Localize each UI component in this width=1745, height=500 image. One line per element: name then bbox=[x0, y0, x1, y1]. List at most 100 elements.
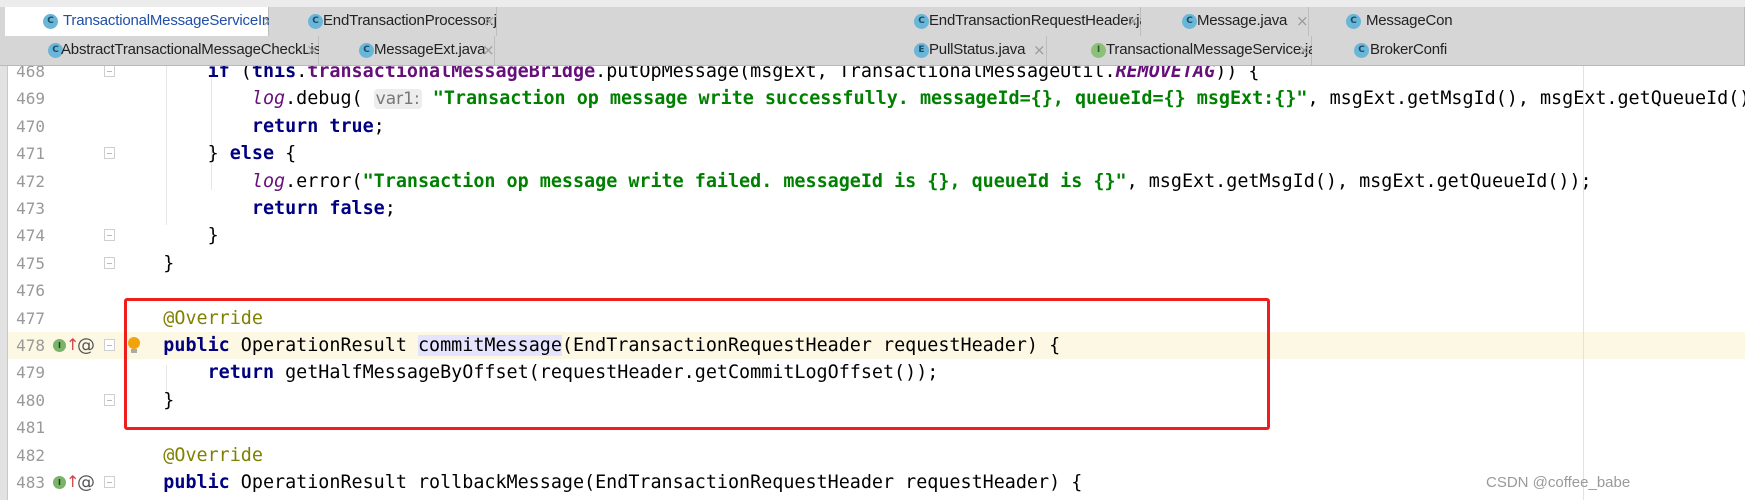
code-line[interactable]: 468 if (this.transactionalMessageBridge.… bbox=[0, 65, 1745, 85]
close-tab-icon[interactable]: × bbox=[1296, 12, 1309, 30]
enum-icon: E bbox=[914, 43, 929, 58]
tab-endtransactionrequestheader[interactable]: C EndTransactionRequestHeader.java × bbox=[497, 7, 1163, 36]
line-number: 478 bbox=[16, 336, 45, 355]
close-tab-icon[interactable]: × bbox=[306, 41, 319, 59]
code-text: return false; bbox=[119, 195, 396, 222]
code-token: .putOpMessage(msgExt, TransactionalMessa… bbox=[595, 65, 1116, 82]
tab-transactionalmessageservice[interactable]: I TransactionalMessageService.java × bbox=[1047, 36, 1332, 65]
line-number: 475 bbox=[16, 253, 45, 273]
tab-pullstatus[interactable]: E PullStatus.java × bbox=[495, 36, 1047, 65]
window-top-strip bbox=[0, 0, 1745, 7]
code-token: , msgExt.getMsgId(), msgExt.getQueueId()… bbox=[1307, 88, 1745, 110]
code-token: .error( bbox=[285, 170, 363, 192]
fold-marker-icon[interactable] bbox=[104, 147, 115, 160]
fold-marker-icon[interactable] bbox=[104, 476, 115, 488]
code-line[interactable]: 483 I ↑ @ public OperationResult rollbackMe… bbox=[0, 469, 1745, 496]
close-tab-icon[interactable]: × bbox=[1033, 41, 1046, 59]
class-icon: C bbox=[43, 14, 58, 29]
fold-marker-icon[interactable] bbox=[104, 65, 115, 77]
class-icon: C bbox=[914, 14, 929, 29]
code-token: transactionalMessageBridge bbox=[307, 65, 596, 82]
tab-transactionalmessageserviceimpl[interactable]: CTransactionalMessageServiceImpl.java× bbox=[5, 7, 316, 36]
close-tab-icon[interactable]: × bbox=[482, 41, 495, 59]
fold-marker-icon[interactable] bbox=[104, 339, 115, 351]
tab-label: PullStatus.java bbox=[929, 41, 1026, 58]
line-number: 470 bbox=[16, 116, 45, 136]
line-number: 479 bbox=[16, 363, 45, 383]
code-token: log bbox=[251, 88, 286, 110]
editor-tab-row-2: C AbstractTransactionalMessageCheckListen… bbox=[0, 36, 1745, 66]
code-token: ; bbox=[384, 198, 396, 219]
code-line[interactable]: 482 @Override bbox=[0, 442, 1745, 469]
tab-brokerconfi[interactable]: C BrokerConfi bbox=[1312, 36, 1745, 65]
line-number: 480 bbox=[16, 390, 45, 410]
code-line[interactable]: 474 } bbox=[0, 222, 1745, 249]
code-token: OperationResult rollbackMessage(EndTrans… bbox=[229, 472, 1083, 493]
code-line[interactable]: 473 return false; bbox=[0, 195, 1745, 222]
right-margin-guide bbox=[1583, 65, 1584, 500]
line-number: 471 bbox=[16, 144, 45, 164]
watermark: CSDN @coffee_babe bbox=[1486, 474, 1631, 491]
tab-label: BrokerConfi bbox=[1370, 41, 1447, 58]
code-line[interactable]: 475 } bbox=[0, 250, 1745, 277]
fold-marker-icon[interactable] bbox=[104, 256, 115, 269]
implements-method-icon[interactable]: I bbox=[53, 339, 66, 352]
line-number: 468 bbox=[16, 65, 45, 81]
line-number: 469 bbox=[16, 89, 45, 109]
line-number: 483 bbox=[16, 473, 45, 492]
annotation-icon[interactable]: @ bbox=[77, 332, 95, 359]
code-token: return false bbox=[251, 198, 385, 219]
code-text: } bbox=[119, 250, 174, 277]
tab-label: MessageCon bbox=[1366, 12, 1453, 29]
code-editor[interactable]: 468 if (this.transactionalMessageBridge.… bbox=[0, 65, 1745, 500]
code-text: if (this.transactionalMessageBridge.putO… bbox=[119, 65, 1260, 85]
close-tab-icon[interactable]: × bbox=[483, 12, 496, 30]
interface-icon: I bbox=[1091, 43, 1106, 58]
line-number: 472 bbox=[16, 171, 45, 191]
code-text: log.debug( var1: "Transaction op message… bbox=[119, 85, 1745, 113]
tab-abstracttransactionalmessagechecklistener[interactable]: C AbstractTransactionalMessageCheckListen… bbox=[5, 36, 384, 65]
code-token: public bbox=[163, 472, 230, 493]
close-tab-icon[interactable]: × bbox=[1127, 12, 1140, 30]
tab-messagecon[interactable]: C MessageCon bbox=[1309, 7, 1745, 36]
code-line[interactable]: 469 log.debug( var1: "Transaction op mes… bbox=[0, 85, 1745, 112]
code-token: } bbox=[119, 143, 230, 165]
tab-label: MessageExt.java bbox=[374, 41, 486, 58]
close-tab-icon[interactable]: × bbox=[1298, 41, 1311, 59]
class-icon: C bbox=[1182, 14, 1197, 29]
editor-tab-row-1: CTransactionalMessageServiceImpl.java×CE… bbox=[0, 7, 1745, 37]
code-token: "Transaction op message write failed. me… bbox=[362, 170, 1127, 192]
class-icon: C bbox=[1346, 14, 1361, 29]
class-icon: C bbox=[1354, 43, 1369, 58]
fold-marker-icon[interactable] bbox=[104, 393, 115, 406]
code-token: } bbox=[119, 252, 175, 274]
code-token: this bbox=[251, 65, 297, 82]
code-line[interactable]: 471 } else { bbox=[0, 140, 1745, 167]
code-token: REMOVETAG bbox=[1115, 65, 1216, 82]
code-token: )) { bbox=[1215, 65, 1260, 82]
side-tool-strip[interactable] bbox=[0, 65, 8, 500]
code-token: } bbox=[119, 225, 219, 247]
fold-marker-icon[interactable] bbox=[104, 229, 115, 242]
code-token: .debug( bbox=[285, 88, 374, 110]
class-icon: C bbox=[308, 14, 323, 29]
tab-messageext[interactable]: C MessageExt.java × bbox=[319, 36, 495, 65]
code-token: ( bbox=[229, 65, 252, 82]
code-token: if bbox=[207, 65, 230, 82]
implements-method-icon[interactable]: I bbox=[53, 476, 66, 489]
code-line[interactable]: 472 log.error("Transaction op message wr… bbox=[0, 168, 1745, 195]
tab-endtransactionprocessor[interactable]: C EndTransactionProcessor.java × bbox=[269, 7, 520, 36]
annotation-icon[interactable]: @ bbox=[77, 469, 95, 496]
code-line[interactable]: 470 return true; bbox=[0, 113, 1745, 140]
line-number: 481 bbox=[16, 418, 45, 438]
code-token: log bbox=[251, 170, 286, 192]
tab-message[interactable]: C Message.java × bbox=[1141, 7, 1309, 36]
